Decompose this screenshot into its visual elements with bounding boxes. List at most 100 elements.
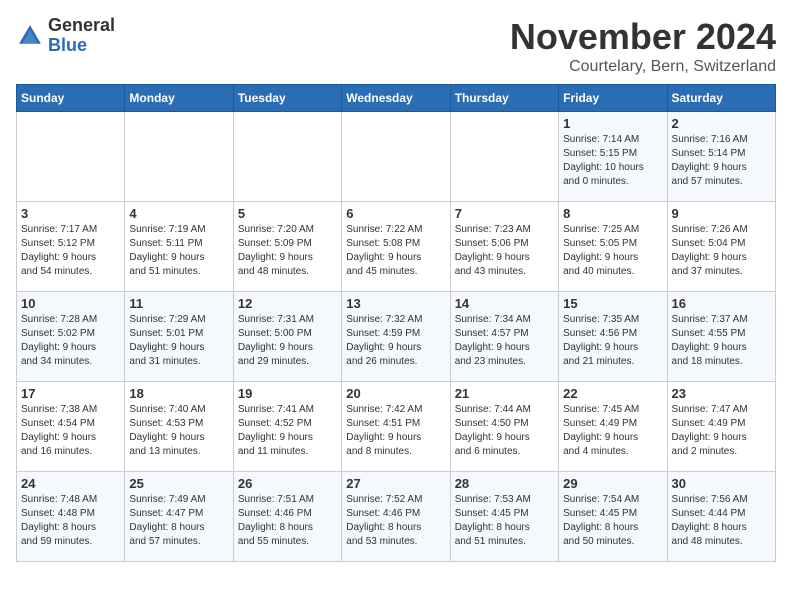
calendar-cell: 20Sunrise: 7:42 AM Sunset: 4:51 PM Dayli… bbox=[342, 382, 450, 472]
day-info: Sunrise: 7:56 AM Sunset: 4:44 PM Dayligh… bbox=[672, 493, 771, 549]
day-info: Sunrise: 7:22 AM Sunset: 5:08 PM Dayligh… bbox=[346, 223, 445, 279]
calendar-cell: 25 Sunrise: 7:49 AM Sunset: 4:47 PM Dayli… bbox=[125, 472, 233, 562]
day-number: 25 bbox=[129, 476, 228, 491]
day-info: Sunrise: 7:37 AM Sunset: 4:55 PM Dayligh… bbox=[672, 313, 771, 369]
day-info: Sunrise: 7:34 AM Sunset: 4:57 PM Dayligh… bbox=[455, 313, 554, 369]
day-number: 9 bbox=[672, 206, 771, 221]
day-number: 3 bbox=[21, 206, 120, 221]
calendar-week-5: 24 Sunrise: 7:48 AM Sunset: 4:48 PM Dayli… bbox=[17, 472, 776, 562]
calendar-cell: 15 Sunrise: 7:35 AM Sunset: 4:56 PM Dayli… bbox=[559, 292, 667, 382]
day-number: 17 bbox=[21, 386, 120, 401]
calendar-cell: 5 Sunrise: 7:20 AM Sunset: 5:09 PM Daylig… bbox=[233, 202, 341, 292]
calendar-week-4: 17 Sunrise: 7:38 AM Sunset: 4:54 PM Dayli… bbox=[17, 382, 776, 472]
day-info: Sunrise: 7:35 AM Sunset: 4:56 PM Dayligh… bbox=[563, 313, 662, 369]
day-number: 27 bbox=[346, 476, 445, 491]
day-number: 14 bbox=[455, 296, 554, 311]
day-info: Sunrise: 7:20 AM Sunset: 5:09 PM Dayligh… bbox=[238, 223, 337, 279]
day-info: Sunrise: 7:44 AM Sunset: 4:50 PM Dayligh… bbox=[455, 403, 554, 459]
calendar-week-3: 10 Sunrise: 7:28 AM Sunset: 5:02 PM Dayli… bbox=[17, 292, 776, 382]
weekday-header-thursday: Thursday bbox=[450, 85, 558, 112]
day-number: 4 bbox=[129, 206, 228, 221]
page-header: General Blue November 2024 Courtelary, B… bbox=[16, 16, 776, 76]
day-number: 7 bbox=[455, 206, 554, 221]
day-number: 29 bbox=[563, 476, 662, 491]
calendar-cell: 4Sunrise: 7:19 AM Sunset: 5:11 PM Daylig… bbox=[125, 202, 233, 292]
day-number: 16 bbox=[672, 296, 771, 311]
day-info: Sunrise: 7:47 AM Sunset: 4:49 PM Dayligh… bbox=[672, 403, 771, 459]
day-info: Sunrise: 7:41 AM Sunset: 4:52 PM Dayligh… bbox=[238, 403, 337, 459]
day-info: Sunrise: 7:25 AM Sunset: 5:05 PM Dayligh… bbox=[563, 223, 662, 279]
day-info: Sunrise: 7:29 AM Sunset: 5:01 PM Dayligh… bbox=[129, 313, 228, 369]
weekday-header-tuesday: Tuesday bbox=[233, 85, 341, 112]
calendar-cell: 22Sunrise: 7:45 AM Sunset: 4:49 PM Dayli… bbox=[559, 382, 667, 472]
weekday-header-monday: Monday bbox=[125, 85, 233, 112]
day-number: 11 bbox=[129, 296, 228, 311]
logo-icon bbox=[16, 22, 44, 50]
calendar-cell bbox=[233, 112, 341, 202]
day-info: Sunrise: 7:49 AM Sunset: 4:47 PM Dayligh… bbox=[129, 493, 228, 549]
day-number: 21 bbox=[455, 386, 554, 401]
day-number: 26 bbox=[238, 476, 337, 491]
calendar-cell: 14 Sunrise: 7:34 AM Sunset: 4:57 PM Dayli… bbox=[450, 292, 558, 382]
day-number: 18 bbox=[129, 386, 228, 401]
day-number: 1 bbox=[563, 116, 662, 131]
day-info: Sunrise: 7:14 AM Sunset: 5:15 PM Dayligh… bbox=[563, 133, 662, 189]
day-number: 8 bbox=[563, 206, 662, 221]
calendar-cell: 27Sunrise: 7:52 AM Sunset: 4:46 PM Dayli… bbox=[342, 472, 450, 562]
logo: General Blue bbox=[16, 16, 115, 56]
day-number: 28 bbox=[455, 476, 554, 491]
day-info: Sunrise: 7:48 AM Sunset: 4:48 PM Dayligh… bbox=[21, 493, 120, 549]
calendar-cell: 11 Sunrise: 7:29 AM Sunset: 5:01 PM Dayli… bbox=[125, 292, 233, 382]
day-number: 12 bbox=[238, 296, 337, 311]
day-info: Sunrise: 7:54 AM Sunset: 4:45 PM Dayligh… bbox=[563, 493, 662, 549]
calendar-cell: 3 Sunrise: 7:17 AM Sunset: 5:12 PM Daylig… bbox=[17, 202, 125, 292]
day-number: 22 bbox=[563, 386, 662, 401]
day-info: Sunrise: 7:28 AM Sunset: 5:02 PM Dayligh… bbox=[21, 313, 120, 369]
day-info: Sunrise: 7:16 AM Sunset: 5:14 PM Dayligh… bbox=[672, 133, 771, 189]
day-number: 19 bbox=[238, 386, 337, 401]
calendar-cell: 6 Sunrise: 7:22 AM Sunset: 5:08 PM Daylig… bbox=[342, 202, 450, 292]
logo-blue: Blue bbox=[48, 35, 87, 55]
day-info: Sunrise: 7:26 AM Sunset: 5:04 PM Dayligh… bbox=[672, 223, 771, 279]
day-number: 2 bbox=[672, 116, 771, 131]
day-number: 23 bbox=[672, 386, 771, 401]
day-info: Sunrise: 7:51 AM Sunset: 4:46 PM Dayligh… bbox=[238, 493, 337, 549]
calendar-cell: 10 Sunrise: 7:28 AM Sunset: 5:02 PM Dayli… bbox=[17, 292, 125, 382]
weekday-header-saturday: Saturday bbox=[667, 85, 775, 112]
day-info: Sunrise: 7:42 AM Sunset: 4:51 PM Dayligh… bbox=[346, 403, 445, 459]
day-number: 15 bbox=[563, 296, 662, 311]
calendar-cell: 28 Sunrise: 7:53 AM Sunset: 4:45 PM Dayli… bbox=[450, 472, 558, 562]
calendar-cell: 23 Sunrise: 7:47 AM Sunset: 4:49 PM Dayli… bbox=[667, 382, 775, 472]
day-number: 10 bbox=[21, 296, 120, 311]
weekday-header-sunday: Sunday bbox=[17, 85, 125, 112]
day-number: 24 bbox=[21, 476, 120, 491]
day-info: Sunrise: 7:17 AM Sunset: 5:12 PM Dayligh… bbox=[21, 223, 120, 279]
day-info: Sunrise: 7:38 AM Sunset: 4:54 PM Dayligh… bbox=[21, 403, 120, 459]
calendar-cell: 9 Sunrise: 7:26 AM Sunset: 5:04 PM Daylig… bbox=[667, 202, 775, 292]
calendar-cell: 2 Sunrise: 7:16 AM Sunset: 5:14 PM Daylig… bbox=[667, 112, 775, 202]
calendar-cell bbox=[125, 112, 233, 202]
weekday-header-friday: Friday bbox=[559, 85, 667, 112]
calendar-cell: 30 Sunrise: 7:56 AM Sunset: 4:44 PM Dayli… bbox=[667, 472, 775, 562]
calendar-cell: 7 Sunrise: 7:23 AM Sunset: 5:06 PM Daylig… bbox=[450, 202, 558, 292]
day-number: 13 bbox=[346, 296, 445, 311]
calendar-cell: 1 Sunrise: 7:14 AM Sunset: 5:15 PM Daylig… bbox=[559, 112, 667, 202]
day-info: Sunrise: 7:40 AM Sunset: 4:53 PM Dayligh… bbox=[129, 403, 228, 459]
day-info: Sunrise: 7:53 AM Sunset: 4:45 PM Dayligh… bbox=[455, 493, 554, 549]
calendar-cell: 16 Sunrise: 7:37 AM Sunset: 4:55 PM Dayli… bbox=[667, 292, 775, 382]
calendar-cell bbox=[342, 112, 450, 202]
calendar-cell: 17 Sunrise: 7:38 AM Sunset: 4:54 PM Dayli… bbox=[17, 382, 125, 472]
calendar-cell: 24 Sunrise: 7:48 AM Sunset: 4:48 PM Dayli… bbox=[17, 472, 125, 562]
day-info: Sunrise: 7:23 AM Sunset: 5:06 PM Dayligh… bbox=[455, 223, 554, 279]
day-number: 30 bbox=[672, 476, 771, 491]
location: Courtelary, Bern, Switzerland bbox=[510, 58, 776, 76]
day-number: 6 bbox=[346, 206, 445, 221]
weekday-header-row: SundayMondayTuesdayWednesdayThursdayFrid… bbox=[17, 85, 776, 112]
calendar-cell: 18 Sunrise: 7:40 AM Sunset: 4:53 PM Dayli… bbox=[125, 382, 233, 472]
weekday-header-wednesday: Wednesday bbox=[342, 85, 450, 112]
calendar-week-2: 3 Sunrise: 7:17 AM Sunset: 5:12 PM Daylig… bbox=[17, 202, 776, 292]
day-number: 5 bbox=[238, 206, 337, 221]
calendar-cell bbox=[450, 112, 558, 202]
calendar-cell: 12Sunrise: 7:31 AM Sunset: 5:00 PM Dayli… bbox=[233, 292, 341, 382]
title-block: November 2024 Courtelary, Bern, Switzerl… bbox=[510, 16, 776, 76]
